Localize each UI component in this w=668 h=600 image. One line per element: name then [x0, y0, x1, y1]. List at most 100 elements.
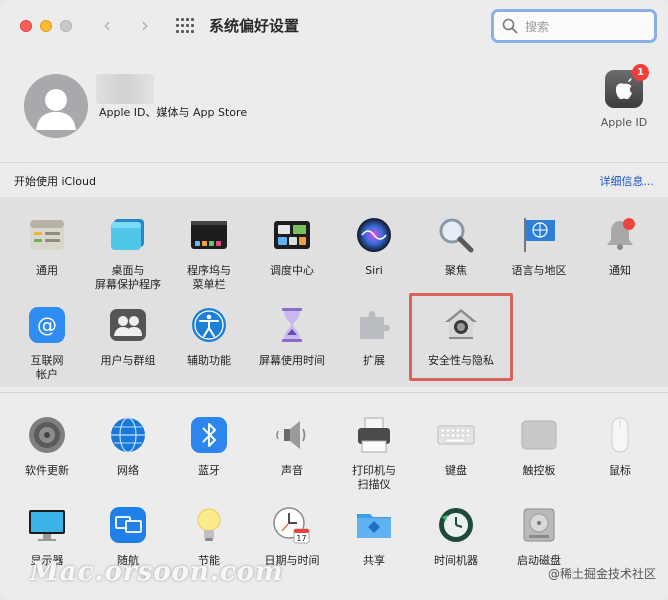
pref-desktop-screensaver-label: 桌面与 屏幕保护程序	[95, 264, 161, 291]
gear-icon	[29, 417, 65, 453]
pref-printers-scanners[interactable]: 打印机与 扫描仪	[338, 415, 410, 492]
pref-screen-time[interactable]: 屏幕使用时间	[256, 305, 328, 368]
zoom-button[interactable]	[60, 20, 72, 32]
startup-disk-icon	[523, 508, 555, 542]
pref-trackpad-label: 触控板	[522, 464, 556, 477]
keyboard-icon	[437, 425, 475, 445]
sharing-folder-icon	[357, 514, 391, 538]
pref-mission-control-label: 调度中心	[270, 264, 314, 277]
pref-users-groups-label: 用户与群组	[100, 354, 156, 367]
network-globe-icon	[111, 417, 145, 453]
search-field[interactable]: 搜索	[491, 9, 657, 43]
user-avatar[interactable]	[24, 74, 88, 138]
puzzle-piece-icon	[360, 311, 390, 339]
apple-id-label: Apple ID	[600, 116, 648, 129]
search-icon	[502, 18, 518, 34]
watermark: Mac.orsoon.com	[30, 557, 284, 587]
pref-language-region-label: 语言与地区	[511, 264, 567, 277]
time-machine-icon	[439, 508, 473, 542]
pref-mouse[interactable]: 鼠标	[584, 415, 656, 478]
pref-internet-accounts-label: 互联网 帐户	[30, 354, 64, 381]
pref-users-groups[interactable]: 用户与群组	[92, 305, 164, 368]
pref-network[interactable]: 网络	[92, 415, 164, 478]
lightbulb-icon	[197, 508, 221, 541]
pref-accessibility[interactable]: 辅助功能	[173, 305, 245, 368]
pref-printers-scanners-label: 打印机与 扫描仪	[352, 464, 396, 491]
notifications-bell-icon	[607, 218, 635, 250]
at-sign-icon: @	[29, 307, 65, 343]
pref-dock-menubar[interactable]: 程序坞与 菜单栏	[173, 215, 245, 292]
pref-dock-menubar-label: 程序坞与 菜单栏	[187, 264, 231, 291]
back-chevron-icon[interactable]: ‹	[96, 13, 118, 37]
desktop-screensaver-icon	[111, 219, 144, 250]
account-section: Apple ID、媒体与 App Store 1 Apple ID 开始使用 i…	[0, 52, 668, 197]
apple-id-pane[interactable]: 1 Apple ID	[598, 64, 650, 129]
pref-time-machine[interactable]: 时间机器	[420, 505, 492, 568]
forward-chevron-icon[interactable]: ›	[134, 13, 156, 37]
pref-mission-control[interactable]: 调度中心	[256, 215, 328, 278]
icloud-details-link[interactable]: 详细信息...	[600, 173, 655, 189]
pref-internet-accounts[interactable]: @ 互联网 帐户	[11, 305, 83, 382]
pref-keyboard-label: 键盘	[445, 464, 467, 477]
pref-network-label: 网络	[117, 464, 139, 477]
credit-text: @稀土掘金技术社区	[547, 567, 656, 581]
search-placeholder: 搜索	[525, 20, 550, 34]
spotlight-magnifier-icon	[439, 218, 474, 253]
minimize-button[interactable]	[40, 20, 52, 32]
trackpad-icon	[521, 420, 557, 450]
printer-icon	[358, 417, 390, 453]
pref-spotlight[interactable]: 聚焦	[420, 215, 492, 278]
pref-accessibility-label: 辅助功能	[187, 354, 231, 367]
notification-badge: 1	[632, 64, 649, 81]
pref-desktop-screensaver[interactable]: 桌面与 屏幕保护程序	[92, 215, 164, 292]
pref-language-region[interactable]: 语言与地区	[503, 215, 575, 278]
pref-notifications[interactable]: 通知	[584, 215, 656, 278]
close-button[interactable]	[20, 20, 32, 32]
pref-extensions[interactable]: 扩展	[338, 305, 410, 368]
pref-mouse-label: 鼠标	[609, 464, 631, 477]
window-title: 系统偏好设置	[209, 17, 300, 35]
pref-bluetooth[interactable]: 蓝牙	[173, 415, 245, 478]
pref-notifications-label: 通知	[609, 264, 631, 277]
clock-calendar-icon: 17	[273, 507, 310, 544]
pref-trackpad[interactable]: 触控板	[503, 415, 575, 478]
language-region-flag-icon	[524, 218, 555, 252]
pref-software-update-label: 软件更新	[25, 464, 69, 477]
pref-sharing[interactable]: 共享	[338, 505, 410, 568]
pref-spotlight-label: 聚焦	[445, 264, 467, 277]
pref-sound-label: 声音	[281, 464, 303, 477]
accessibility-icon	[192, 308, 226, 342]
speaker-icon	[276, 421, 306, 449]
bluetooth-icon	[191, 417, 227, 453]
pref-siri-label: Siri	[365, 264, 383, 277]
dock-menubar-icon	[191, 221, 227, 249]
icloud-prompt: 开始使用 iCloud	[14, 175, 96, 188]
title-bar: ‹ › 系统偏好设置 搜索	[0, 0, 668, 52]
apple-logo-icon: 1	[605, 64, 649, 108]
pref-general-label: 通用	[36, 264, 58, 277]
mouse-icon	[611, 417, 629, 453]
pref-startup-disk[interactable]: 启动磁盘	[503, 505, 575, 568]
redacted-username	[96, 74, 154, 104]
siri-icon	[357, 218, 391, 252]
pref-sharing-label: 共享	[363, 554, 385, 567]
person-silhouette-icon	[36, 89, 76, 130]
pref-sound[interactable]: 声音	[256, 415, 328, 478]
account-subtitle: Apple ID、媒体与 App Store	[99, 106, 248, 119]
pref-siri[interactable]: Siri	[338, 215, 410, 278]
users-groups-icon	[110, 309, 146, 341]
mission-control-icon	[274, 221, 310, 249]
general-icon	[30, 220, 64, 250]
pref-keyboard[interactable]: 键盘	[420, 415, 492, 478]
pref-screen-time-label: 屏幕使用时间	[259, 354, 325, 367]
display-monitor-icon	[29, 510, 65, 541]
pref-software-update[interactable]: 软件更新	[11, 415, 83, 478]
calendar-day: 17	[296, 534, 306, 543]
pref-general[interactable]: 通用	[11, 215, 83, 278]
pref-extensions-label: 扩展	[363, 354, 385, 367]
svg-text:@: @	[37, 313, 57, 337]
pref-time-machine-label: 时间机器	[434, 554, 478, 567]
icloud-bar: 开始使用 iCloud 详细信息...	[0, 162, 668, 197]
hourglass-icon	[282, 308, 302, 342]
show-all-grid-icon[interactable]	[176, 18, 194, 34]
